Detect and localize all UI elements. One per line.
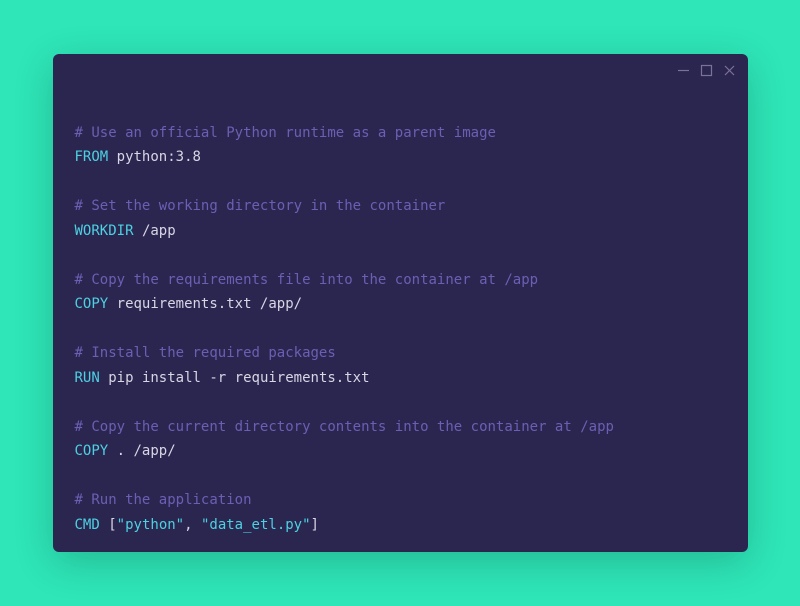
code-line: # Use an official Python runtime as a pa… — [75, 121, 726, 146]
code-line — [75, 390, 726, 415]
code-token-bracket: ] — [311, 517, 319, 533]
code-token-comment: # Set the working directory in the conta… — [75, 198, 446, 214]
code-line: # Set the working directory in the conta… — [75, 194, 726, 219]
code-token-bracket: [ — [108, 517, 116, 533]
maximize-button[interactable] — [700, 64, 713, 77]
code-token-comment: # Install the required packages — [75, 345, 336, 361]
code-line: RUN pip install -r requirements.txt — [75, 366, 726, 391]
code-line: # Copy the requirements file into the co… — [75, 268, 726, 293]
code-token-keyword: CMD — [75, 517, 100, 533]
code-token-text: /app — [134, 223, 176, 239]
code-token-text: requirements.txt /app/ — [108, 296, 302, 312]
code-token-comment: # Copy the requirements file into the co… — [75, 272, 539, 288]
code-token-comment: # Use an official Python runtime as a pa… — [75, 125, 496, 141]
code-line — [75, 170, 726, 195]
code-line: WORKDIR /app — [75, 219, 726, 244]
code-line — [75, 243, 726, 268]
code-line: # Run the application — [75, 488, 726, 513]
code-token-keyword: COPY — [75, 296, 109, 312]
minimize-button[interactable] — [677, 64, 690, 77]
code-token-text: . /app/ — [108, 443, 175, 459]
code-line: # Install the required packages — [75, 341, 726, 366]
code-token-comment: # Run the application — [75, 492, 252, 508]
code-token-text: pip install -r requirements.txt — [100, 370, 370, 386]
code-line: COPY . /app/ — [75, 439, 726, 464]
code-token-keyword: RUN — [75, 370, 100, 386]
code-area[interactable]: # Use an official Python runtime as a pa… — [53, 86, 748, 552]
code-line: FROM python:3.8 — [75, 145, 726, 170]
code-token-comment: # Copy the current directory contents in… — [75, 419, 614, 435]
code-token-string: "data_etl.py" — [201, 517, 311, 533]
code-token-text: python:3.8 — [108, 149, 201, 165]
code-token-keyword: FROM — [75, 149, 109, 165]
terminal-window: # Use an official Python runtime as a pa… — [53, 54, 748, 552]
close-button[interactable] — [723, 64, 736, 77]
code-token-keyword: COPY — [75, 443, 109, 459]
code-line — [75, 317, 726, 342]
code-token-text: , — [184, 517, 201, 533]
code-line — [75, 464, 726, 489]
code-token-keyword: WORKDIR — [75, 223, 134, 239]
code-token-text — [100, 517, 108, 533]
code-line: COPY requirements.txt /app/ — [75, 292, 726, 317]
code-line — [75, 96, 726, 121]
code-line: CMD ["python", "data_etl.py"] — [75, 513, 726, 538]
code-line: # Copy the current directory contents in… — [75, 415, 726, 440]
code-token-string: "python" — [117, 517, 184, 533]
title-bar — [53, 54, 748, 86]
